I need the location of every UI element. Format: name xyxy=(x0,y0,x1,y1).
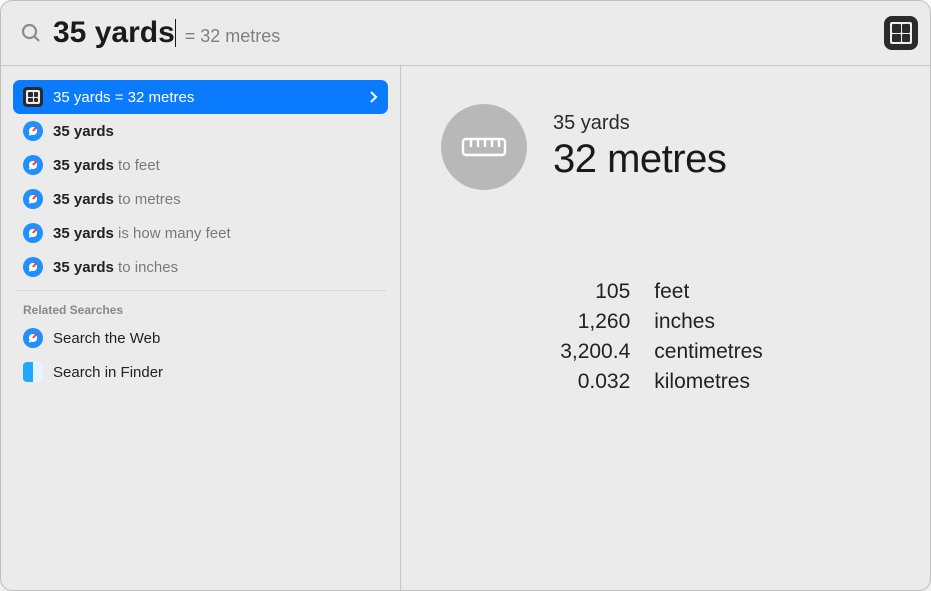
conversion-table: 105 feet 1,260 inches 3,200.4 centimetres 0.03… xyxy=(560,280,763,394)
suggestion-label: 35 yards xyxy=(53,123,114,140)
ruler-icon xyxy=(441,104,527,190)
conversion-hero-text: 35 yards 32 metres xyxy=(553,112,726,182)
safari-icon xyxy=(23,257,43,277)
related-searches-header: Related Searches xyxy=(13,297,388,321)
safari-icon xyxy=(23,328,43,348)
finder-icon xyxy=(23,362,43,382)
detail-pane: 35 yards 32 metres 105 feet 1,260 inches 3,2… xyxy=(401,66,930,590)
open-in-calculator-button[interactable] xyxy=(884,16,918,50)
safari-icon xyxy=(23,189,43,209)
search-inline-result: = 32 metres xyxy=(185,26,281,47)
results-sidebar: 35 yards = 32 metres 35 yards 35 yards to… xyxy=(1,66,401,590)
search-field[interactable]: 35 yards = 32 metres xyxy=(53,16,874,50)
related-label: Search the Web xyxy=(53,330,160,347)
top-hit-label: 35 yards = 32 metres xyxy=(53,89,194,106)
suggestion-item[interactable]: 35 yards xyxy=(13,114,388,148)
spotlight-window: 35 yards = 32 metres 35 yards = 32 metre… xyxy=(0,0,931,591)
conversion-unit: kilometres xyxy=(654,370,763,394)
conversion-unit: inches xyxy=(654,310,763,334)
chevron-right-icon xyxy=(368,91,378,103)
safari-icon xyxy=(23,121,43,141)
calculator-icon xyxy=(23,87,43,107)
suggestion-item[interactable]: 35 yards to metres xyxy=(13,182,388,216)
conversion-source: 35 yards xyxy=(553,112,726,135)
suggestion-label: 35 yards to feet xyxy=(53,157,160,174)
search-in-finder[interactable]: Search in Finder xyxy=(13,355,388,389)
conversion-value: 1,260 xyxy=(560,310,630,334)
suggestion-item[interactable]: 35 yards to inches xyxy=(13,250,388,284)
conversion-hero: 35 yards 32 metres xyxy=(441,104,882,190)
calculator-icon xyxy=(890,22,912,44)
suggestion-item[interactable]: 35 yards to feet xyxy=(13,148,388,182)
conversion-value: 0.032 xyxy=(560,370,630,394)
search-the-web[interactable]: Search the Web xyxy=(13,321,388,355)
suggestion-label: 35 yards to metres xyxy=(53,191,181,208)
suggestion-label: 35 yards to inches xyxy=(53,259,178,276)
suggestion-item[interactable]: 35 yards is how many feet xyxy=(13,216,388,250)
suggestion-label: 35 yards is how many feet xyxy=(53,225,231,242)
section-divider xyxy=(15,290,386,291)
conversion-primary-result: 32 metres xyxy=(553,137,726,182)
search-icon xyxy=(19,21,43,45)
conversion-unit: feet xyxy=(654,280,763,304)
conversion-value: 3,200.4 xyxy=(560,340,630,364)
top-hit-conversion[interactable]: 35 yards = 32 metres xyxy=(13,80,388,114)
search-query-text: 35 yards xyxy=(53,16,175,50)
search-row: 35 yards = 32 metres xyxy=(1,1,930,65)
content-area: 35 yards = 32 metres 35 yards 35 yards to… xyxy=(1,66,930,590)
safari-icon xyxy=(23,155,43,175)
safari-icon xyxy=(23,223,43,243)
conversion-unit: centimetres xyxy=(654,340,763,364)
conversion-value: 105 xyxy=(560,280,630,304)
related-label: Search in Finder xyxy=(53,364,163,381)
